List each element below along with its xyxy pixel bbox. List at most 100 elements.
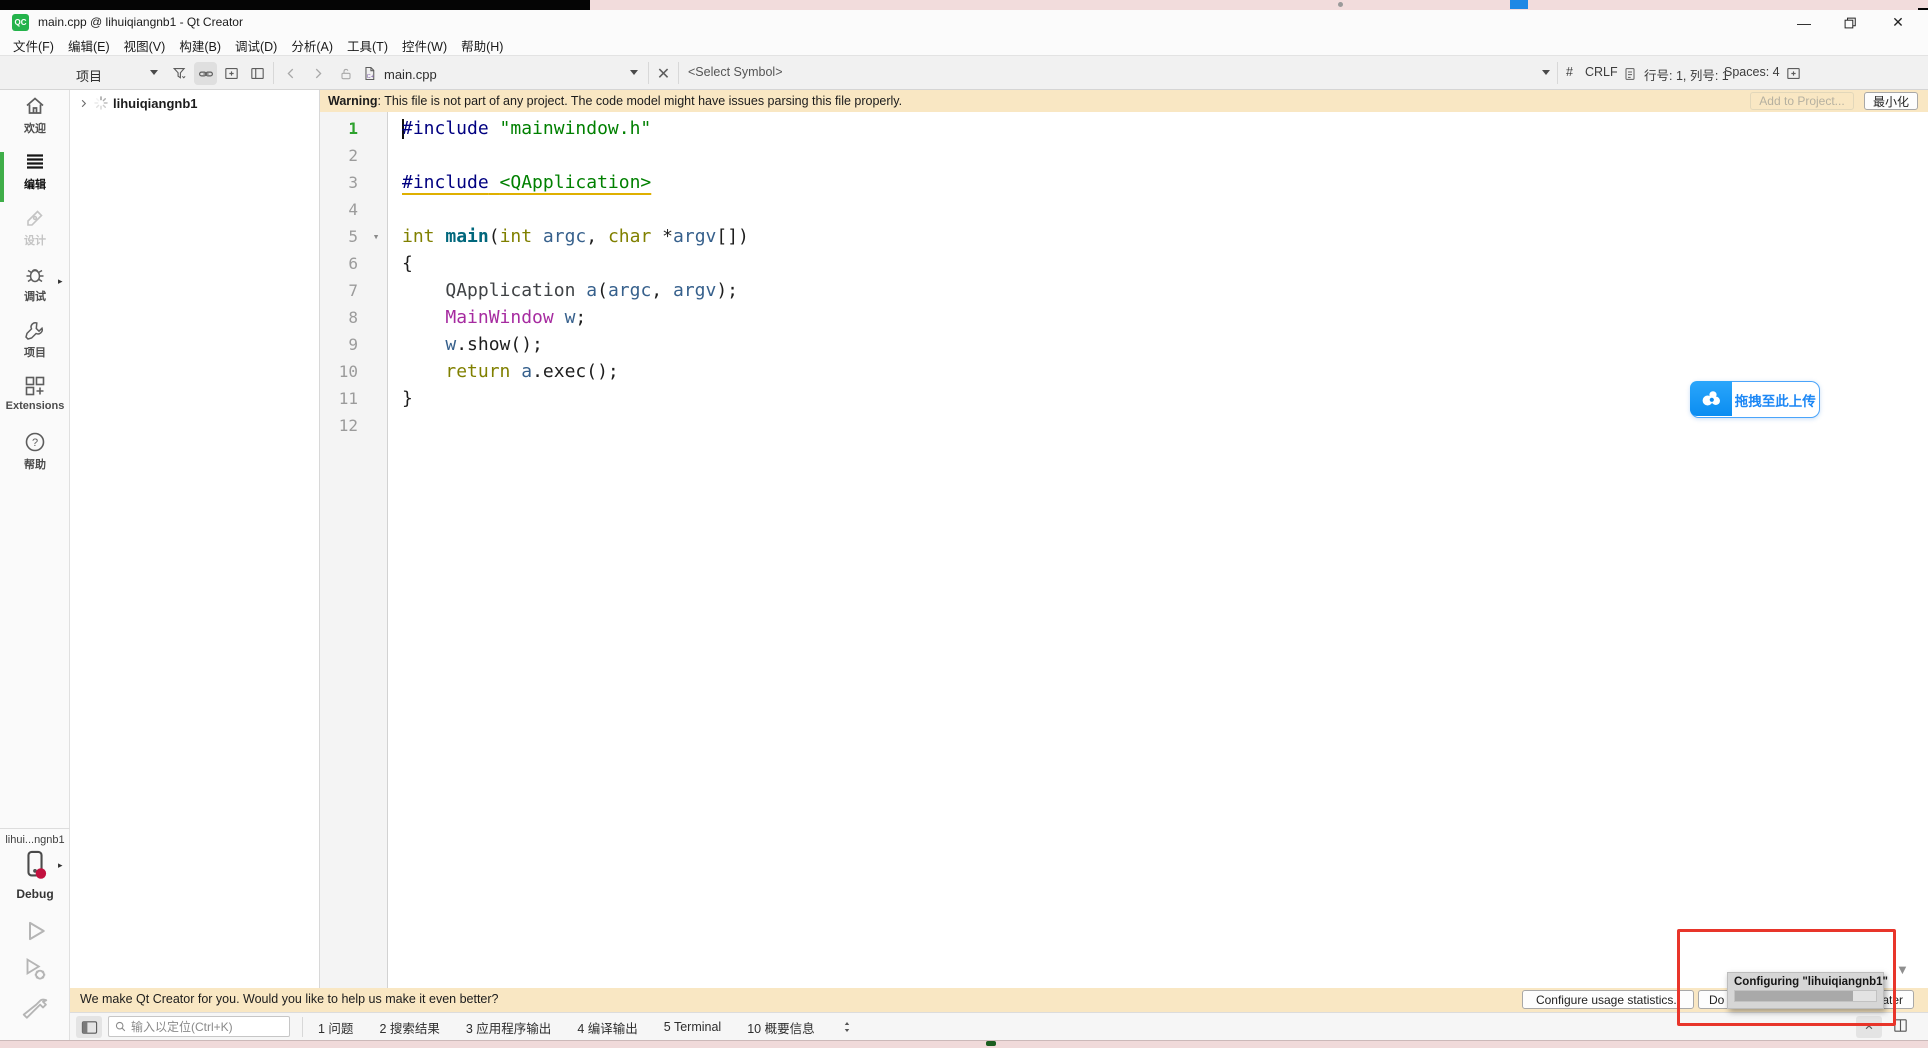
toggle-left-panel-button[interactable] xyxy=(76,1016,102,1038)
sidebar-divider xyxy=(0,828,70,829)
sidebar-item-label: 调试 xyxy=(24,291,46,303)
debug-flyout-arrow-icon[interactable]: ▸ xyxy=(58,276,63,287)
document-properties-icon[interactable] xyxy=(1618,62,1641,85)
project-tree-root-row[interactable]: lihuiqiangnb1 xyxy=(70,92,320,114)
pane-application-output[interactable]: 3 应用程序输出 xyxy=(466,1018,551,1037)
menu-view[interactable]: 视图(V) xyxy=(117,35,173,56)
busy-spinner-icon xyxy=(94,96,108,110)
svg-text:C+: C+ xyxy=(367,74,375,80)
open-document-name: main.cpp xyxy=(384,67,437,82)
menu-file[interactable]: 文件(F) xyxy=(6,35,61,56)
scrollbar-down-arrow-icon[interactable]: ▼ xyxy=(1896,962,1909,977)
sidebar-item-extensions[interactable]: Extensions xyxy=(0,374,70,426)
sidebar-item-label: 编辑 xyxy=(24,179,46,191)
menu-edit[interactable]: 编辑(E) xyxy=(61,35,117,56)
sidebar-item-label: 欢迎 xyxy=(24,123,46,135)
pane-selector-arrows-icon[interactable] xyxy=(841,1020,853,1034)
close-window-button[interactable]: ✕ xyxy=(1882,12,1914,33)
go-forward-icon[interactable] xyxy=(306,62,329,85)
sidebar-item-label: 帮助 xyxy=(24,459,46,471)
pane-search-results[interactable]: 2 搜索结果 xyxy=(379,1018,439,1037)
code-lines[interactable]: 1 #include "mainwindow.h" 2 3 #include <QApp… xyxy=(320,115,1880,439)
statusbar-separator xyxy=(302,1017,303,1037)
feedback-message: We make Qt Creator for you. Would you li… xyxy=(80,992,499,1006)
svg-text:?: ? xyxy=(32,437,38,449)
device-phone-icon xyxy=(27,850,47,879)
line-ending-indicator[interactable]: CRLF xyxy=(1585,65,1618,79)
run-button[interactable] xyxy=(0,916,70,946)
edit-lines-icon xyxy=(27,154,43,169)
project-pane-selector-label: 项目 xyxy=(76,69,103,84)
kit-flyout-arrow-icon[interactable]: ▸ xyxy=(58,860,63,871)
close-sidebar-icon[interactable] xyxy=(246,62,269,85)
menu-widgets[interactable]: 控件(W) xyxy=(395,35,454,56)
title-bar: QC main.cpp @ lihuiqiangnb1 - Qt Creator… xyxy=(0,10,1928,35)
sidebar-item-label: 设计 xyxy=(24,235,46,247)
build-button[interactable] xyxy=(0,994,70,1024)
close-document-icon[interactable]: ✕ xyxy=(652,62,675,85)
lock-icon[interactable] xyxy=(334,62,357,85)
restore-icon xyxy=(1844,17,1856,28)
chevron-right-icon[interactable] xyxy=(78,98,89,109)
extensions-icon xyxy=(25,376,45,396)
sidebar-item-design: 设计 xyxy=(0,206,70,258)
sidebar-item-help[interactable]: ? 帮助 xyxy=(0,430,70,482)
menu-help[interactable]: 帮助(H) xyxy=(454,35,510,56)
filter-icon[interactable] xyxy=(168,62,191,85)
sidebar-item-debug[interactable]: 调试 xyxy=(0,262,70,314)
feedback-info-bar: We make Qt Creator for you. Would you li… xyxy=(70,988,1928,1012)
locator-search-input[interactable] xyxy=(131,1019,281,1034)
desktop-blue-fragment xyxy=(1510,0,1528,9)
pen-icon xyxy=(27,210,43,226)
netdisk-logo-icon xyxy=(1689,380,1732,416)
split-add-icon[interactable] xyxy=(220,62,243,85)
menu-analyze[interactable]: 分析(A) xyxy=(284,35,340,56)
project-pane-selector[interactable]: 项目 xyxy=(76,66,102,86)
open-document-selector[interactable]: main.cpp xyxy=(384,66,437,84)
text-encoding-indicator[interactable]: # xyxy=(1566,65,1573,79)
wrench-icon xyxy=(25,322,43,340)
menu-build[interactable]: 构建(B) xyxy=(172,35,228,56)
toolbar-separator xyxy=(1557,62,1558,84)
search-icon xyxy=(115,1021,126,1032)
warning-label: Warning xyxy=(328,94,378,108)
sidebar-item-edit[interactable]: 编辑 xyxy=(0,150,70,202)
symbol-dropdown-arrow[interactable] xyxy=(1542,70,1550,75)
minimize-warning-button[interactable]: 最小化 xyxy=(1864,92,1918,110)
cursor-position-indicator[interactable]: 行号: 1, 列号: 1 xyxy=(1644,65,1729,84)
restore-window-button[interactable] xyxy=(1834,12,1866,33)
window-title: main.cpp @ lihuiqiangnb1 - Qt Creator xyxy=(38,15,243,29)
minimize-window-button[interactable]: — xyxy=(1788,12,1820,33)
split-editor-icon[interactable] xyxy=(1782,62,1805,85)
pane-compile-output[interactable]: 4 编译输出 xyxy=(577,1018,637,1037)
configure-usage-statistics-button[interactable]: Configure usage statistics.. xyxy=(1522,990,1694,1009)
locator-search-box[interactable] xyxy=(108,1016,290,1037)
debug-run-button[interactable] xyxy=(0,954,70,984)
sidebar-item-projects[interactable]: 项目 xyxy=(0,318,70,370)
output-pane-buttons: 1 问题 2 搜索结果 3 应用程序输出 4 编译输出 5 Terminal 1… xyxy=(318,1013,853,1041)
add-to-project-button[interactable]: Add to Project... xyxy=(1750,92,1854,110)
pane-summary[interactable]: 10 概要信息 xyxy=(747,1018,814,1037)
document-dropdown-arrow[interactable] xyxy=(630,70,638,75)
pane-issues[interactable]: 1 问题 xyxy=(318,1018,353,1037)
status-bar: 1 问题 2 搜索结果 3 应用程序输出 4 编译输出 5 Terminal 1… xyxy=(70,1012,1928,1040)
project-panel: lihuiqiangnb1 xyxy=(70,90,320,988)
code-editor[interactable]: 1 #include "mainwindow.h" 2 3 #include <QApp… xyxy=(320,112,1912,988)
desktop-bottom-strip xyxy=(0,1040,1928,1048)
sidebar-item-welcome[interactable]: 欢迎 xyxy=(0,94,70,146)
indentation-indicator[interactable]: Spaces: 4 xyxy=(1724,65,1780,79)
netdisk-upload-widget[interactable]: 拖拽至此上传 xyxy=(1689,380,1820,418)
project-pane-dropdown-arrow[interactable] xyxy=(150,70,158,75)
annotation-red-rectangle xyxy=(1677,929,1896,1026)
editor-warning-bar: Warning: This file is not part of any pr… xyxy=(320,90,1928,112)
symbol-selector[interactable]: <Select Symbol> xyxy=(688,65,783,79)
bug-icon xyxy=(26,269,44,283)
pane-terminal[interactable]: 5 Terminal xyxy=(664,1020,721,1034)
link-with-editor-icon[interactable] xyxy=(194,62,217,85)
go-back-icon[interactable] xyxy=(280,62,303,85)
qt-creator-app-icon: QC xyxy=(12,14,29,31)
taskbar-icon-sliver xyxy=(986,1041,996,1046)
menu-debug[interactable]: 调试(D) xyxy=(228,35,284,56)
menu-tools[interactable]: 工具(T) xyxy=(340,35,395,56)
toolbar-separator xyxy=(648,62,649,84)
